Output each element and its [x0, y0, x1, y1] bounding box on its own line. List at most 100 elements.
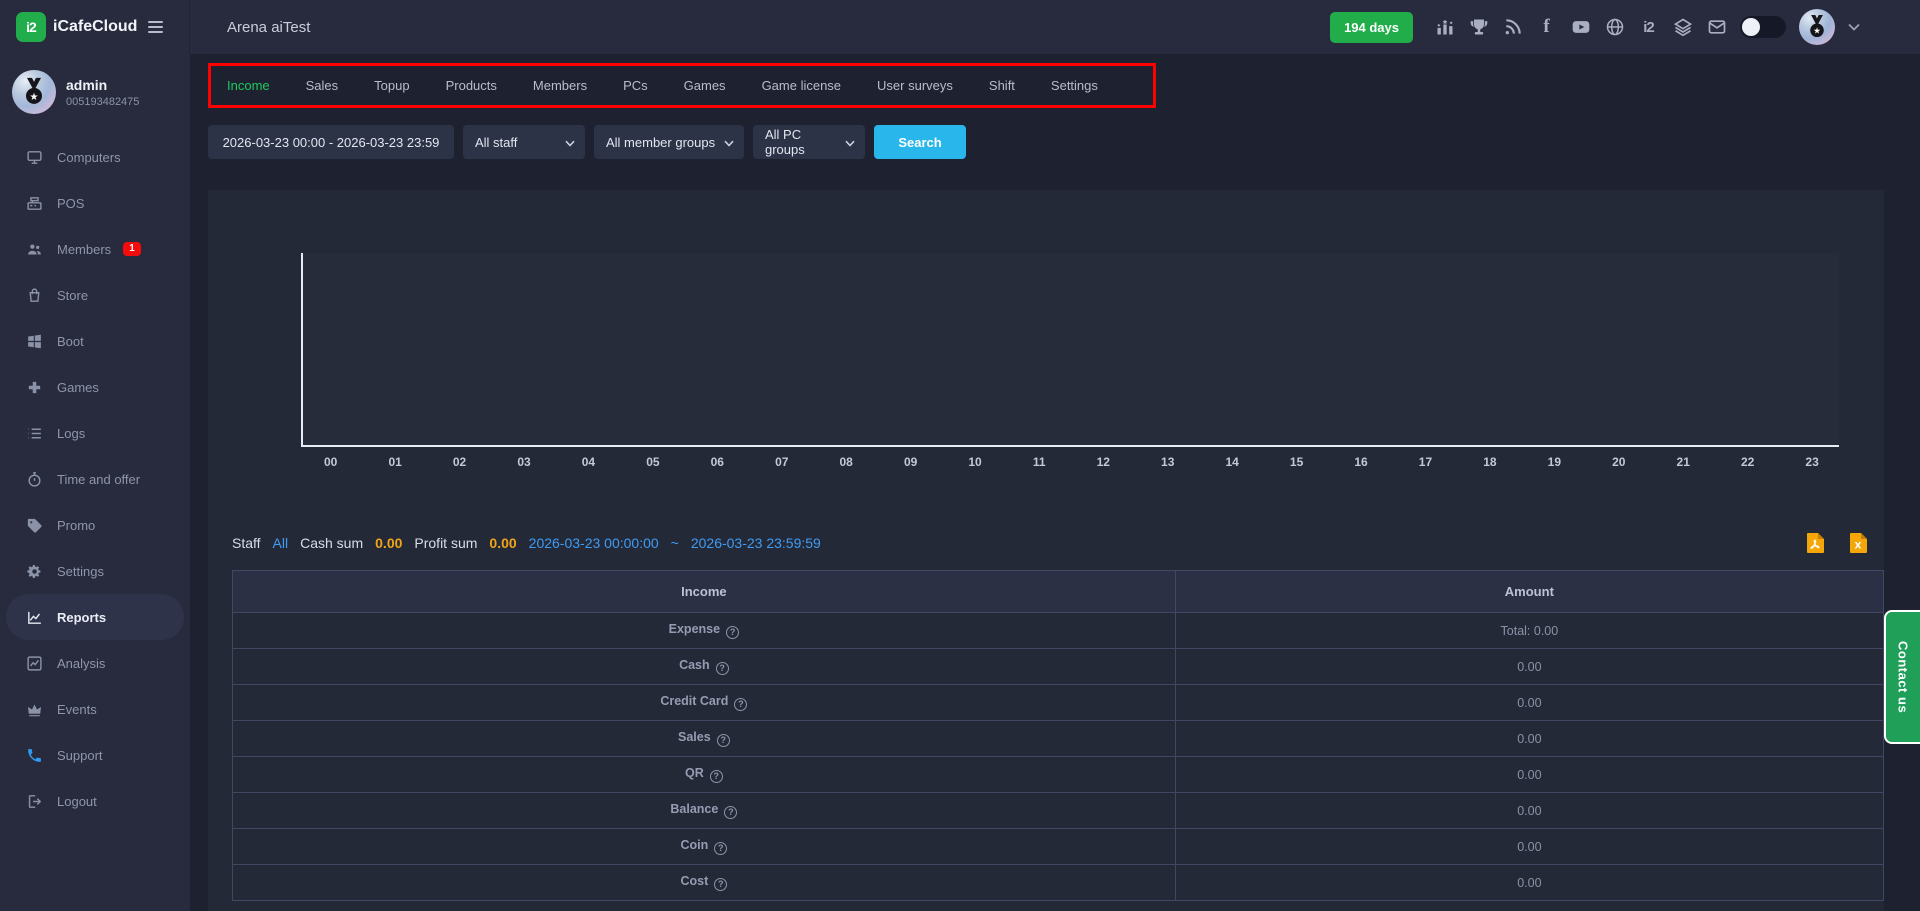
tab-pcs[interactable]: PCs [623, 78, 648, 93]
tab-user-surveys[interactable]: User surveys [877, 78, 953, 93]
tab-products[interactable]: Products [446, 78, 497, 93]
sidebar-user-block[interactable]: admin 005193482475 [0, 54, 190, 128]
help-icon[interactable]: ? [724, 806, 737, 819]
main-content: Income Sales Topup Products Members PCs … [190, 54, 1920, 911]
help-icon[interactable]: ? [714, 878, 727, 891]
member-groups-select[interactable]: All member groups [594, 125, 744, 159]
trophy-icon[interactable] [1468, 17, 1489, 38]
sidebar-item-promo[interactable]: Promo [0, 502, 190, 548]
sidebar-item-boot[interactable]: Boot [0, 318, 190, 364]
tab-game-license[interactable]: Game license [762, 78, 841, 93]
tab-shift[interactable]: Shift [989, 78, 1015, 93]
tab-members[interactable]: Members [533, 78, 587, 93]
row-label: Balance [670, 802, 718, 816]
table-row: Sales? 0.00 [233, 721, 1884, 757]
tab-income[interactable]: Income [227, 78, 270, 93]
row-label: Sales [678, 730, 711, 744]
brand-block: i2 iCafeCloud [0, 0, 190, 54]
sidebar-avatar [12, 70, 56, 114]
contact-us-button[interactable]: Contact us [1884, 610, 1920, 744]
export-pdf-icon[interactable] [1807, 533, 1824, 553]
user-avatar[interactable] [1799, 9, 1835, 45]
export-excel-icon[interactable]: X [1850, 533, 1867, 553]
ranking-icon[interactable] [1434, 17, 1455, 38]
sidebar-item-analysis[interactable]: Analysis [0, 640, 190, 686]
sidebar-item-games[interactable]: Games [0, 364, 190, 410]
row-label: Coin [680, 838, 708, 852]
row-label: Cost [680, 874, 708, 888]
hamburger-menu-icon[interactable] [148, 21, 163, 33]
subscription-days-button[interactable]: 194 days [1330, 12, 1413, 43]
search-button[interactable]: Search [874, 125, 966, 159]
help-icon[interactable]: ? [734, 698, 747, 711]
chevron-down-icon [724, 135, 734, 150]
chevron-down-icon [845, 135, 855, 150]
sidebar-item-pos[interactable]: POS [0, 180, 190, 226]
row-amount: 0.00 [1175, 757, 1883, 793]
user-name: admin [66, 77, 139, 93]
row-label: Expense [669, 622, 720, 636]
sidebar-item-store[interactable]: Store [0, 272, 190, 318]
row-label: QR [685, 766, 704, 780]
profit-sum-value: 0.00 [489, 535, 516, 551]
table-row: QR? 0.00 [233, 757, 1884, 793]
help-icon[interactable]: ? [717, 734, 730, 747]
rss-icon[interactable] [1502, 17, 1523, 38]
icafecloud-logo-icon: i2 [16, 12, 46, 42]
cash-register-icon [25, 194, 43, 212]
facebook-icon[interactable]: f [1536, 17, 1557, 38]
sidebar-item-support[interactable]: Support [0, 732, 190, 778]
sidebar-nav: Computers POS Members 1 Store Boot Ga [0, 134, 190, 824]
gear-icon [25, 562, 43, 580]
mail-icon[interactable] [1706, 17, 1727, 38]
svg-text:X: X [1855, 542, 1862, 552]
staff-value-link[interactable]: All [273, 535, 289, 551]
row-amount: 0.00 [1175, 721, 1883, 757]
tag-icon [25, 516, 43, 534]
sidebar-item-reports[interactable]: Reports [6, 594, 184, 640]
help-icon[interactable]: ? [714, 842, 727, 855]
members-badge: 1 [123, 242, 141, 256]
table-row: Cost? 0.00 [233, 865, 1884, 901]
icafe-logo-icon[interactable]: i2 [1638, 17, 1659, 38]
globe-icon[interactable] [1604, 17, 1625, 38]
pc-groups-select[interactable]: All PC groups [753, 125, 865, 159]
tab-settings[interactable]: Settings [1051, 78, 1098, 93]
profit-sum-label: Profit sum [414, 535, 477, 551]
table-row: Expense? Total: 0.00 [233, 613, 1884, 649]
shopping-bag-icon [25, 286, 43, 304]
sidebar-item-logs[interactable]: Logs [0, 410, 190, 456]
sidebar-item-time-and-offer[interactable]: Time and offer [0, 456, 190, 502]
sidebar-item-computers[interactable]: Computers [0, 134, 190, 180]
row-amount: 0.00 [1175, 649, 1883, 685]
row-amount: 0.00 [1175, 865, 1883, 901]
sidebar-item-logout[interactable]: Logout [0, 778, 190, 824]
tab-games[interactable]: Games [684, 78, 726, 93]
income-table: Income Amount Expense? Total: 0.00 Cash?… [232, 570, 1884, 901]
staff-select[interactable]: All staff [463, 125, 585, 159]
tab-sales[interactable]: Sales [306, 78, 339, 93]
row-label: Cash [679, 658, 710, 672]
date-from: 2026-03-23 00:00:00 [529, 535, 659, 551]
chart-box-icon [25, 654, 43, 672]
layers-icon[interactable] [1672, 17, 1693, 38]
help-icon[interactable]: ? [710, 770, 723, 783]
sidebar-item-settings[interactable]: Settings [0, 548, 190, 594]
chevron-down-icon[interactable] [1848, 18, 1860, 36]
topbar: i2 iCafeCloud Arena aiTest 194 days f [0, 0, 1920, 54]
list-icon [25, 424, 43, 442]
cash-sum-value: 0.00 [375, 535, 402, 551]
date-range-input[interactable] [208, 125, 454, 159]
help-icon[interactable]: ? [716, 662, 729, 675]
sidebar-item-members[interactable]: Members 1 [0, 226, 190, 272]
youtube-icon[interactable] [1570, 17, 1591, 38]
monitor-icon [25, 148, 43, 166]
help-icon[interactable]: ? [726, 626, 739, 639]
tab-topup[interactable]: Topup [374, 78, 409, 93]
sidebar-item-events[interactable]: Events [0, 686, 190, 732]
amount-column-header: Amount [1175, 571, 1883, 613]
table-row: Coin? 0.00 [233, 829, 1884, 865]
dark-mode-toggle[interactable] [1740, 16, 1786, 38]
stopwatch-icon [25, 470, 43, 488]
app-name: iCafeCloud [53, 18, 137, 36]
